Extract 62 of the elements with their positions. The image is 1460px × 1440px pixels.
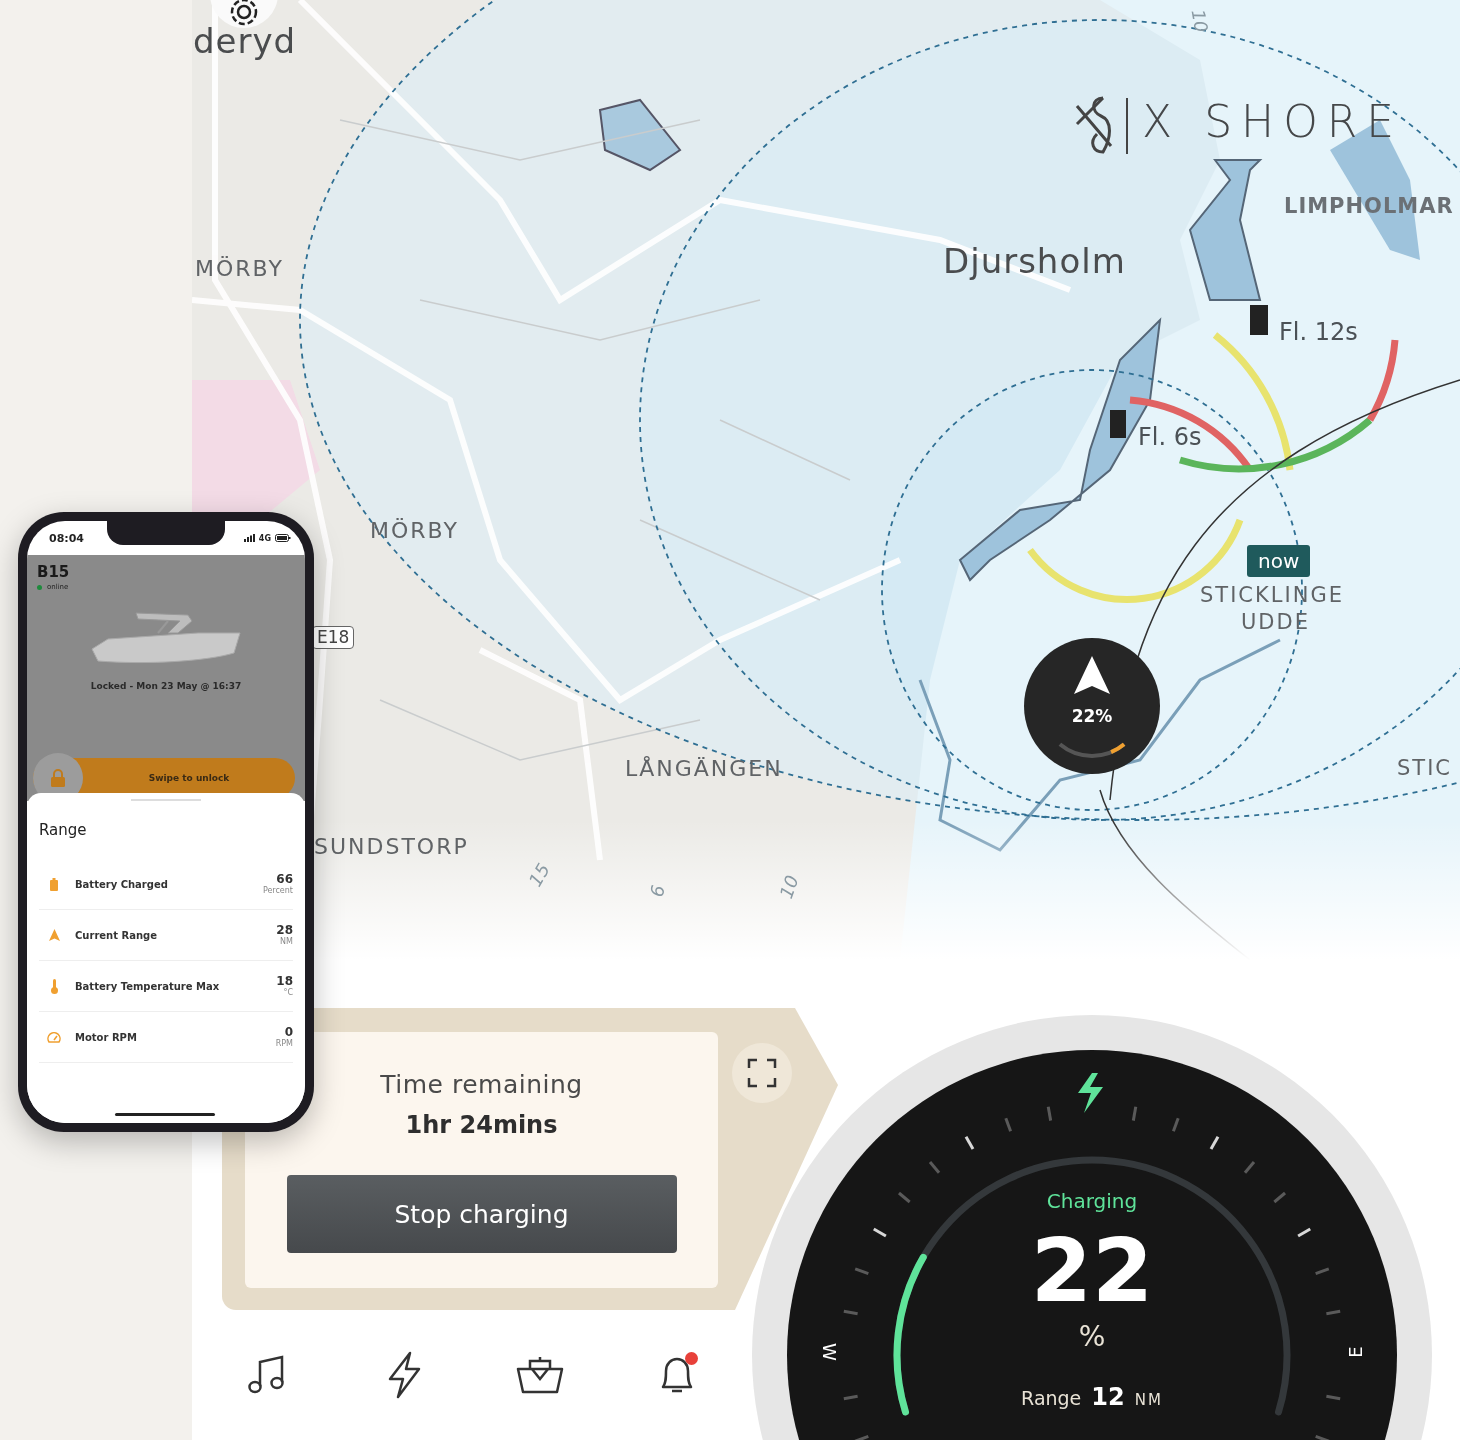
padlock-icon (50, 769, 66, 787)
place-label: MÖRBY (370, 520, 459, 542)
place-label: LÅNGÄNGEN (625, 758, 783, 780)
place-label: Djursholm (943, 244, 1126, 278)
place-label: UDDE (1241, 612, 1310, 633)
place-label: STIC (1397, 758, 1452, 779)
battery-icon (50, 877, 58, 891)
boat-icon (515, 1355, 566, 1395)
metric-label: Current Range (75, 929, 158, 941)
metric-unit: Percent (262, 886, 293, 896)
signal-icon (243, 534, 255, 542)
metric-value: 18 (276, 974, 293, 988)
metric-value: 0 (284, 1025, 293, 1039)
navigation-arrow-icon (1074, 656, 1110, 694)
thermometer-icon (50, 978, 58, 994)
range-unit: NM (1134, 1393, 1163, 1408)
fullscreen-icon (747, 1058, 777, 1088)
metric-value: 66 (276, 872, 293, 886)
metric-unit: RPM (275, 1039, 293, 1049)
depth-label: 10 (777, 873, 802, 901)
battery-reading: 22% (1070, 706, 1114, 726)
range-value: 12 (1091, 1385, 1125, 1409)
sheet-title: Range (39, 821, 88, 839)
range-label: Range (1021, 1389, 1082, 1408)
charging-status: Charging (1045, 1191, 1139, 1211)
stop-charging-button[interactable]: Stop charging (286, 1175, 677, 1253)
light-label: Fl. 6s (1138, 425, 1202, 449)
place-label: LIMPHOLMAR (1284, 196, 1454, 217)
metric-label: Battery Temperature Max (75, 980, 221, 992)
network-label: 4G (258, 533, 271, 543)
status-time: 08:04 (49, 531, 84, 545)
metric-unit: °C (283, 988, 293, 998)
charge-value: 22 (1029, 1227, 1155, 1315)
music-note-icon (247, 1354, 287, 1396)
beacon-icon (1250, 305, 1268, 335)
beacon-icon (1110, 410, 1126, 438)
depth-label: 6 (647, 883, 668, 899)
road-sign: E18 (312, 626, 355, 649)
place-label: STICKLINGE (1200, 585, 1344, 606)
metric-label: Battery Charged (75, 878, 169, 890)
compass-mark: E (1346, 1346, 1365, 1358)
metric-label: Motor RPM (75, 1031, 138, 1043)
metric-unit: NM (280, 937, 293, 947)
place-label: SUNDSTORP (314, 836, 469, 858)
speedometer-icon (47, 1031, 61, 1043)
time-remaining-label: Time remaining (380, 1070, 583, 1099)
brand-logo: X SHORE (1142, 100, 1404, 144)
boat-name: B15 (37, 565, 71, 580)
time-remaining-value: 1hr 24mins (405, 1111, 558, 1139)
battery-icon (275, 534, 291, 542)
place-label: MÖRBY (195, 258, 284, 280)
time-marker: now (1247, 545, 1311, 577)
depth-label: 15 (525, 860, 553, 890)
charge-unit: % (1077, 1323, 1107, 1351)
compass-mark: W (819, 1343, 838, 1361)
lock-status: Locked - Mon 23 May @ 16:37 (89, 681, 243, 691)
metric-value: 28 (276, 923, 293, 937)
depth-label: 10 (1188, 8, 1211, 34)
light-label: Fl. 12s (1279, 320, 1358, 344)
place-label: deryd (193, 24, 297, 58)
bolt-icon (1078, 1073, 1103, 1113)
navigation-arrow-icon (48, 929, 60, 941)
